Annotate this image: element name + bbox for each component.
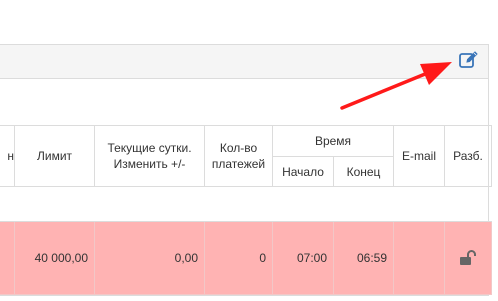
page: н Лимит Текущие сутки. Изменить +/- Кол-…: [0, 0, 498, 301]
column-header-time: Время: [272, 125, 394, 157]
edit-icon: [459, 51, 478, 68]
cell-current-day[interactable]: 0,00: [94, 221, 205, 295]
limits-table: н Лимит Текущие сутки. Изменить +/- Кол-…: [0, 125, 492, 295]
column-header-partial: н: [0, 125, 15, 187]
column-header-limit[interactable]: Лимит: [14, 125, 95, 187]
column-header-payments-count[interactable]: Кол-во платежей: [204, 125, 273, 187]
cell-limit[interactable]: 40 000,00: [14, 221, 95, 295]
table-spacer-row: [0, 186, 492, 222]
edit-button[interactable]: [458, 50, 480, 70]
cell-time-end[interactable]: 06:59: [333, 221, 394, 295]
cell-payments-count: 0: [204, 221, 273, 295]
cell-email[interactable]: [393, 221, 445, 295]
column-header-time-end[interactable]: Конец: [333, 156, 394, 187]
table-header-row: н Лимит Текущие сутки. Изменить +/- Кол-…: [0, 125, 492, 187]
unlock-icon[interactable]: [458, 250, 478, 266]
cell-unlock[interactable]: [444, 221, 492, 295]
column-header-unlock[interactable]: Разб.: [444, 125, 492, 187]
panel-header: [0, 45, 488, 79]
cell-time-start[interactable]: 07:00: [272, 221, 334, 295]
column-header-current-day[interactable]: Текущие сутки. Изменить +/-: [94, 125, 205, 187]
table-row[interactable]: 40 000,00 0,00 0 07:00 06:59: [0, 221, 492, 295]
column-header-email[interactable]: E-mail: [393, 125, 445, 187]
cell-partial: [0, 221, 15, 295]
column-header-time-start[interactable]: Начало: [272, 156, 334, 187]
